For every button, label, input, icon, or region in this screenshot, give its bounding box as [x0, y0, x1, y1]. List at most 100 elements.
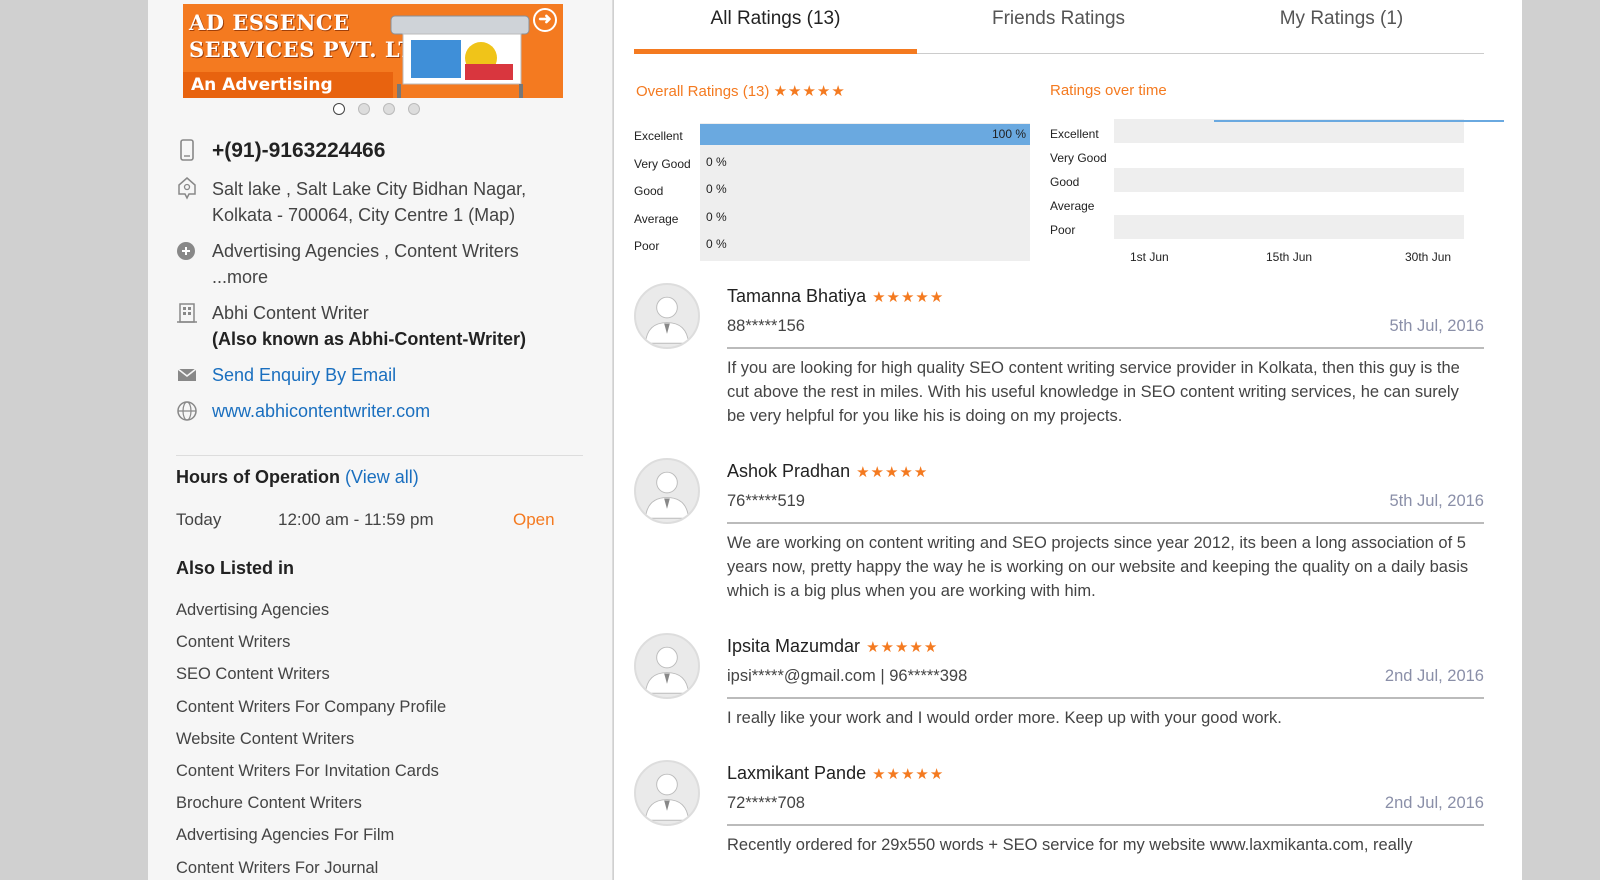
timeline-band [1114, 119, 1504, 143]
also-listed-item[interactable]: Content Writers For Journal [176, 858, 446, 880]
user-silhouette-icon [644, 296, 690, 344]
ratings-tabs: All Ratings (13) Friends Ratings My Rati… [634, 0, 1484, 54]
rating-bar-track: 0 % [700, 205, 1030, 233]
overall-stars: ★★★★★ [773, 83, 846, 100]
phone-number[interactable]: +(91)-9163224466 [212, 138, 596, 164]
reviewer-contact: 76*****519 [727, 492, 805, 510]
rating-category-label: Very Good [634, 156, 691, 171]
review-date: 5th Jul, 2016 [1389, 492, 1485, 510]
hours-title: Hours of Operation [176, 467, 341, 487]
also-listed-item[interactable]: Advertising Agencies [176, 600, 446, 632]
timeline-x-tick: 1st Jun [1130, 250, 1169, 264]
rating-bar-row: Average 0 % [634, 205, 1034, 233]
reviewer-name-text: Tamanna Bhatiya [727, 286, 867, 306]
ad-banner[interactable]: AD ESSENCE SERVICES PVT. LTD. An Adverti… [183, 4, 563, 98]
also-listed-item[interactable]: Content Writers [176, 632, 446, 664]
timeline-category-label: Excellent [1050, 127, 1099, 141]
review-stars: ★★★★★ [872, 766, 945, 783]
reviewer-name[interactable]: Tamanna Bhatiya ★★★★★ [727, 286, 944, 307]
timeline-category-label: Average [1050, 199, 1095, 213]
review-divider [727, 347, 1484, 349]
active-tab-indicator [634, 49, 917, 54]
review-text: I really like your work and I would orde… [727, 709, 1282, 727]
user-silhouette-icon [644, 646, 690, 694]
plus-circle-icon [177, 242, 195, 260]
reviewer-contact: 88*****156 [727, 317, 805, 335]
tab-all-ratings[interactable]: All Ratings (13) [634, 8, 917, 30]
timeline-band [1114, 215, 1464, 239]
business-info-sidebar: AD ESSENCE SERVICES PVT. LTD. An Adverti… [148, 0, 613, 880]
carousel-dot[interactable] [358, 103, 370, 115]
view-all-hours-link[interactable]: (View all) [345, 467, 419, 487]
mobile-phone-icon [180, 139, 194, 161]
carousel-dot[interactable] [408, 103, 420, 115]
hours-day: Today [176, 510, 222, 529]
also-listed-item[interactable]: Content Writers For Invitation Cards [176, 761, 446, 793]
categories-row: Advertising Agencies , Content Writers .… [176, 238, 596, 290]
business-name: Abhi Content Writer [212, 303, 369, 323]
reviewer-name[interactable]: Laxmikant Pande ★★★★★ [727, 763, 944, 784]
review-date: 5th Jul, 2016 [1389, 317, 1485, 335]
banner-line1: AD ESSENCE [189, 10, 350, 35]
business-aka: (Also known as Abhi-Content-Writer) [212, 329, 526, 349]
review-text: If you are looking for high quality SEO … [727, 359, 1460, 425]
reviewer-name[interactable]: Ipsita Mazumdar ★★★★★ [727, 636, 938, 657]
rating-percent-label: 0 % [706, 182, 727, 196]
rating-bar-row: Poor 0 % [634, 233, 1034, 261]
also-listed-heading: Also Listed in [176, 558, 295, 578]
overall-ratings-heading: Overall Ratings (13) ★★★★★ [636, 82, 846, 100]
also-listed-item[interactable]: Website Content Writers [176, 729, 446, 761]
rating-category-label: Poor [634, 239, 660, 253]
also-listed-list: Advertising Agencies Content Writers SEO… [176, 600, 446, 880]
tab-friends-ratings[interactable]: Friends Ratings [917, 8, 1200, 30]
timeline-category-label: Poor [1050, 223, 1076, 237]
enquiry-row: Send Enquiry By Email [176, 362, 596, 388]
banner-line3: An Advertising Agency [183, 72, 393, 98]
avatar[interactable] [634, 458, 700, 524]
review-stars: ★★★★★ [866, 639, 939, 656]
timeline-category-label: Very Good [1050, 151, 1107, 165]
rating-bar-track: 100 % [700, 123, 1030, 151]
reviewer-name[interactable]: Ashok Pradhan ★★★★★ [727, 461, 928, 482]
rating-bar-track: 0 % [700, 178, 1030, 206]
rating-percent-label: 0 % [706, 237, 727, 251]
building-icon [177, 303, 197, 323]
review-date: 2nd Jul, 2016 [1384, 667, 1484, 685]
rating-distribution-chart: Excellent 100 % Very Good 0 % Good 0 % Average… [634, 123, 1034, 261]
reviewer-name-text: Ipsita Mazumdar [727, 636, 861, 656]
rating-category-label: Average [634, 211, 679, 226]
carousel-dot[interactable] [383, 103, 395, 115]
timeline-x-tick: 30th Jun [1405, 250, 1452, 264]
website-link[interactable]: www.abhicontentwriter.com [212, 398, 596, 424]
rating-category-label: Good [634, 184, 664, 198]
carousel-dot[interactable] [333, 103, 345, 115]
reviewer-name-text: Laxmikant Pande [727, 763, 867, 783]
address-line2[interactable]: Kolkata - 700064, City Centre 1 (Map) [212, 202, 596, 228]
review-text: We are working on content writing and SE… [727, 534, 1469, 600]
avatar[interactable] [634, 760, 700, 826]
timeline-series-line [1214, 120, 1504, 122]
divider [176, 455, 583, 456]
also-listed-item[interactable]: Advertising Agencies For Film [176, 825, 446, 857]
rating-percent-label: 100 % [991, 127, 1026, 141]
avatar[interactable] [634, 283, 700, 349]
avatar[interactable] [634, 633, 700, 699]
name-row: Abhi Content Writer (Also known as Abhi-… [176, 300, 596, 352]
printer-illustration [390, 15, 530, 98]
next-arrow-icon[interactable]: ➜ [533, 8, 557, 32]
also-listed-item[interactable]: SEO Content Writers [176, 664, 446, 696]
also-listed-item[interactable]: Brochure Content Writers [176, 793, 446, 825]
review-divider [727, 697, 1484, 699]
review-stars: ★★★★★ [872, 289, 945, 306]
website-row: www.abhicontentwriter.com [176, 398, 596, 424]
tab-my-ratings[interactable]: My Ratings (1) [1200, 8, 1483, 30]
carousel-dots [333, 103, 420, 115]
also-listed-item[interactable]: Content Writers For Company Profile [176, 697, 446, 729]
send-enquiry-link[interactable]: Send Enquiry By Email [212, 362, 596, 388]
ratings-panel: All Ratings (13) Friends Ratings My Rati… [614, 0, 1522, 880]
rating-bar-track: 0 % [700, 233, 1030, 261]
more-link[interactable]: ...more [212, 264, 596, 290]
reviewer-contact: 72*****708 [727, 794, 805, 812]
ratings-over-time-title: Ratings over time [1050, 82, 1167, 99]
user-silhouette-icon [644, 773, 690, 821]
